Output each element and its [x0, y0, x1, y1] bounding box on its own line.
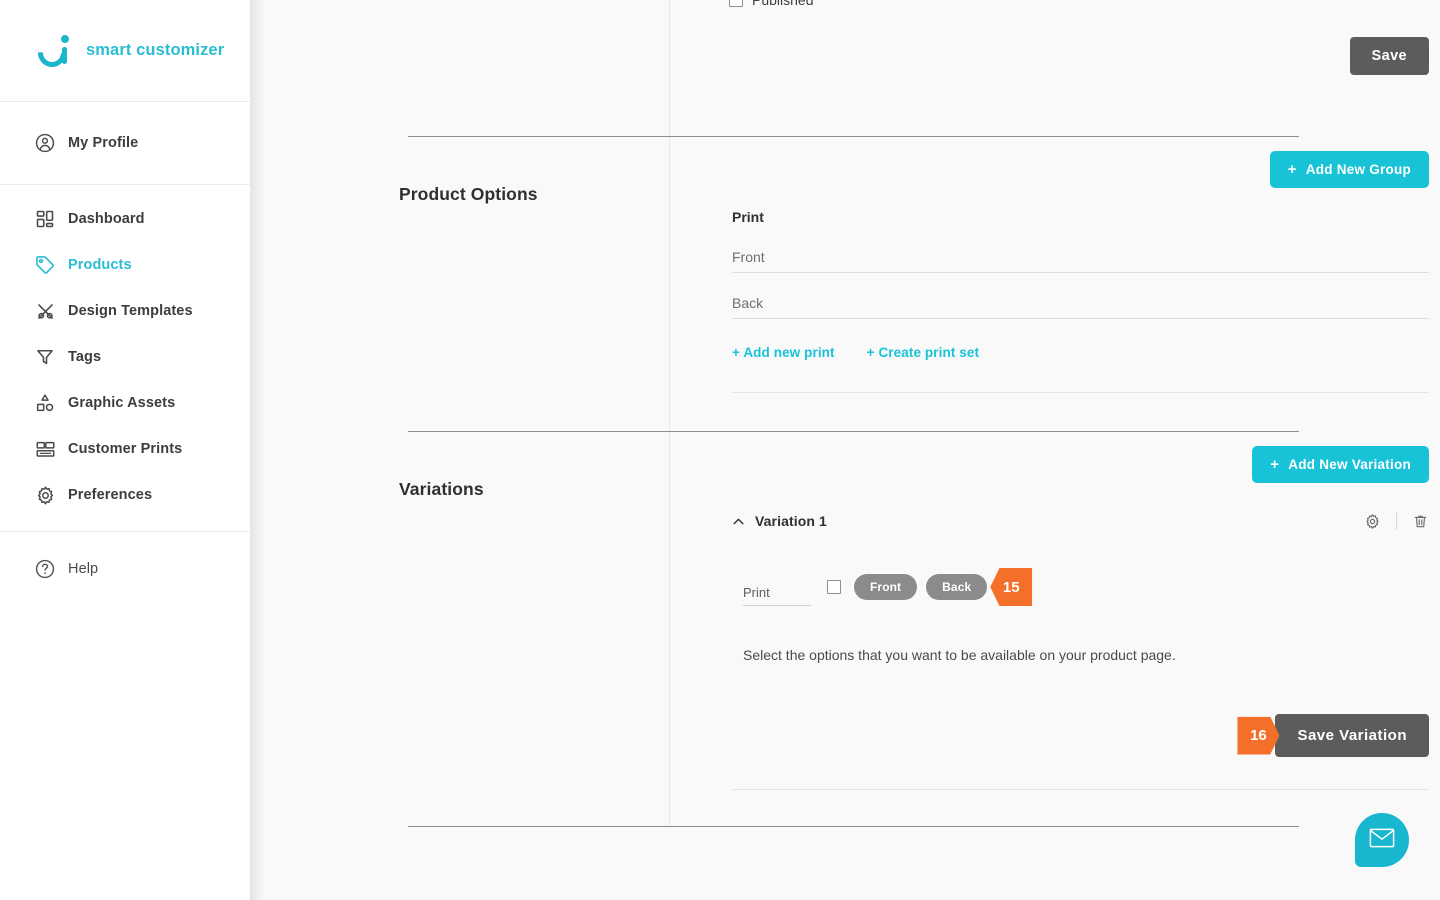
- sidebar: smart customizer My Profile Dashboard Pr…: [0, 0, 250, 900]
- save-button[interactable]: Save: [1349, 37, 1429, 75]
- add-new-variation-button[interactable]: + Add New Variation: [1252, 446, 1429, 483]
- variation-settings-gear-icon[interactable]: [1364, 513, 1381, 530]
- user-circle-icon: [31, 129, 59, 157]
- section-divider: [408, 826, 1299, 827]
- section-variations: Variations + Add New Variation Variation…: [399, 432, 1440, 826]
- variation-name: Variation 1: [755, 513, 827, 529]
- variation-option-checkbox[interactable]: [827, 580, 841, 594]
- step-badge-15: 15: [990, 568, 1033, 606]
- add-new-print-link[interactable]: + Add new print: [732, 345, 835, 360]
- variations-body: + Add New Variation Variation 1 Print Fr…: [669, 432, 1440, 826]
- variations-toolbar: + Add New Variation: [721, 432, 1440, 483]
- published-label: Published: [752, 0, 814, 8]
- chevron-up-icon[interactable]: [732, 515, 745, 528]
- shapes-icon: [31, 389, 59, 417]
- gear-icon: [31, 481, 59, 509]
- add-new-group-label: Add New Group: [1305, 162, 1411, 177]
- sidebar-item-my-profile[interactable]: My Profile: [0, 102, 250, 184]
- create-print-set-link[interactable]: + Create print set: [867, 345, 979, 360]
- sidebar-item-label: Design Templates: [68, 303, 193, 319]
- envelope-icon: [1369, 828, 1395, 853]
- sidebar-item-label: My Profile: [68, 135, 139, 151]
- sidebar-item-label: Graphic Assets: [68, 395, 176, 411]
- chat-support-button[interactable]: [1355, 813, 1409, 867]
- print-row-back[interactable]: Back: [732, 295, 1429, 319]
- save-variation-button[interactable]: Save Variation: [1275, 714, 1429, 757]
- sidebar-item-preferences[interactable]: Preferences: [0, 472, 250, 518]
- plus-icon: +: [1287, 161, 1297, 178]
- main-content: Published Save Product Options + Add New…: [250, 0, 1440, 900]
- tag-icon: [31, 251, 59, 279]
- sidebar-item-tags[interactable]: Tags: [0, 334, 250, 380]
- sidebar-main-group: Dashboard Products Design Templates Tags…: [0, 185, 250, 532]
- brand-name: smart customizer: [86, 41, 225, 59]
- add-new-variation-label: Add New Variation: [1288, 457, 1411, 472]
- section-body: Published Save: [669, 0, 1440, 136]
- sidebar-item-design-templates[interactable]: Design Templates: [0, 288, 250, 334]
- sidebar-item-products[interactable]: Products: [0, 242, 250, 288]
- published-checkbox[interactable]: [729, 0, 743, 7]
- save-variation-row: 16 Save Variation: [721, 714, 1440, 757]
- content-inner: Published Save Product Options + Add New…: [250, 0, 1440, 827]
- product-options-body: + Add New Group Print Front Back + Add n…: [669, 137, 1440, 431]
- variation-hint-text: Select the options that you want to be a…: [743, 647, 1176, 663]
- option-pill-back[interactable]: Back: [926, 574, 988, 600]
- prints-stack-icon: [31, 435, 59, 463]
- print-row-front[interactable]: Front: [732, 249, 1429, 273]
- question-circle-icon: [31, 555, 59, 583]
- product-options-title: Product Options: [399, 184, 538, 204]
- option-group-name: Print: [732, 209, 764, 225]
- variation-actions: [1364, 512, 1429, 530]
- sidebar-item-label: Help: [68, 561, 99, 577]
- sidebar-item-help[interactable]: Help: [0, 544, 250, 594]
- sidebar-item-graphic-assets[interactable]: Graphic Assets: [0, 380, 250, 426]
- step-badge-16: 16: [1237, 716, 1280, 755]
- sidebar-item-label: Dashboard: [68, 211, 145, 227]
- group-bottom-divider: [732, 392, 1429, 393]
- variation-delete-trash-icon[interactable]: [1412, 513, 1429, 530]
- circle-dot-logo-icon: [32, 32, 72, 73]
- scissors-icon: [31, 297, 59, 325]
- save-row: Save: [721, 37, 1440, 75]
- app-root: smart customizer My Profile Dashboard Pr…: [0, 0, 1440, 900]
- published-row: Published: [729, 0, 1440, 8]
- dashboard-grid-icon: [31, 205, 59, 233]
- section-product-top: Published Save: [399, 0, 1440, 136]
- plus-icon: +: [1270, 456, 1280, 473]
- sidebar-item-dashboard[interactable]: Dashboard: [0, 196, 250, 242]
- sidebar-item-label: Preferences: [68, 487, 153, 503]
- print-actions: + Add new print + Create print set: [732, 345, 1440, 360]
- funnel-icon: [31, 343, 59, 371]
- sidebar-item-label: Tags: [68, 349, 102, 365]
- brand-logo[interactable]: smart customizer: [0, 0, 250, 102]
- sidebar-item-label: Products: [68, 257, 132, 273]
- variation-option-label[interactable]: Print: [743, 585, 811, 606]
- section-product-options: Product Options + Add New Group Print Fr…: [399, 137, 1440, 431]
- product-options-toolbar: + Add New Group: [721, 137, 1440, 188]
- variation-option-row: Print Front Back 15: [743, 568, 1440, 606]
- print-list: Front Back: [732, 249, 1429, 319]
- action-separator: [1396, 512, 1397, 530]
- add-new-group-button[interactable]: + Add New Group: [1269, 151, 1429, 188]
- option-pill-front[interactable]: Front: [854, 574, 918, 600]
- variations-title: Variations: [399, 479, 484, 499]
- sidebar-profile-group: My Profile: [0, 102, 250, 185]
- sidebar-item-label: Customer Prints: [68, 441, 183, 457]
- variation-header: Variation 1: [732, 512, 1429, 530]
- sidebar-help-group: Help: [0, 532, 250, 594]
- sidebar-item-customer-prints[interactable]: Customer Prints: [0, 426, 250, 472]
- section-label-spacer: [399, 0, 669, 136]
- variation-bottom-divider: [732, 789, 1429, 790]
